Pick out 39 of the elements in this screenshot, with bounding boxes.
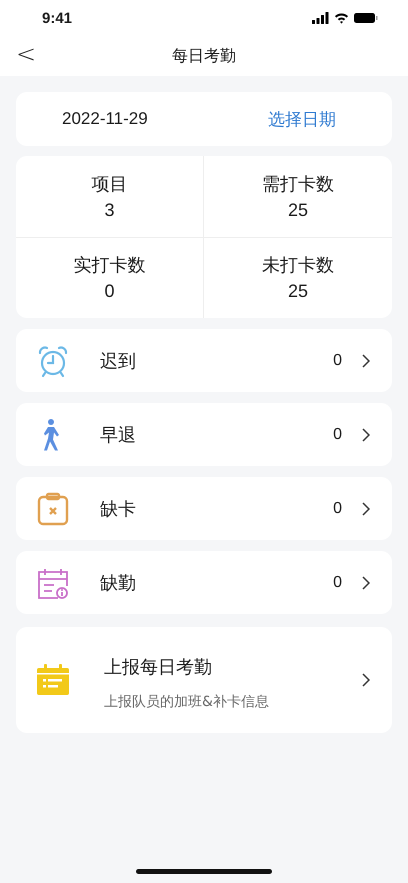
report-card[interactable]: 上报每日考勤 上报队员的加班&补卡信息: [16, 627, 392, 733]
clipboard-x-icon: [36, 492, 70, 526]
item-label: 早退: [100, 424, 137, 446]
calendar-list-icon: [36, 663, 70, 697]
page-title: 每日考勤: [172, 46, 236, 66]
report-title: 上报每日考勤: [104, 656, 213, 679]
chevron-right-icon: [362, 502, 370, 516]
select-date-link[interactable]: 选择日期: [268, 108, 336, 130]
back-button[interactable]: <: [12, 40, 40, 68]
chevron-right-icon: [362, 673, 370, 687]
stat-value: 0: [104, 281, 114, 302]
stat-value: 3: [104, 200, 114, 221]
item-label: 缺卡: [100, 498, 137, 520]
item-count: 0: [333, 574, 342, 592]
wifi-icon: [334, 12, 349, 24]
stat-label: 需打卡数: [262, 172, 334, 196]
report-subtitle: 上报队员的加班&补卡信息: [104, 693, 270, 711]
item-label: 迟到: [100, 350, 137, 372]
item-count: 0: [333, 426, 342, 444]
chevron-right-icon: [362, 354, 370, 368]
stat-label: 实打卡数: [74, 254, 146, 278]
item-label: 缺勤: [100, 572, 137, 594]
chevron-right-icon: [362, 428, 370, 442]
list-item[interactable]: 迟到 0: [16, 329, 392, 392]
list-item[interactable]: 缺卡 0: [16, 477, 392, 540]
battery-icon: [354, 12, 378, 24]
date-text: 2022-11-29: [62, 109, 148, 129]
stat-label: 项目: [92, 172, 128, 196]
item-count: 0: [333, 500, 342, 518]
item-count: 0: [333, 352, 342, 370]
alarm-clock-icon: [36, 344, 70, 378]
status-time: 9:41: [42, 10, 72, 26]
stat-label: 未打卡数: [262, 254, 334, 278]
chevron-right-icon: [362, 576, 370, 590]
list-item[interactable]: 缺勤 0: [16, 551, 392, 614]
stat-value: 25: [288, 200, 308, 221]
list-item[interactable]: 早退 0: [16, 403, 392, 466]
signal-icon: [312, 12, 329, 24]
stat-value: 25: [288, 281, 308, 302]
